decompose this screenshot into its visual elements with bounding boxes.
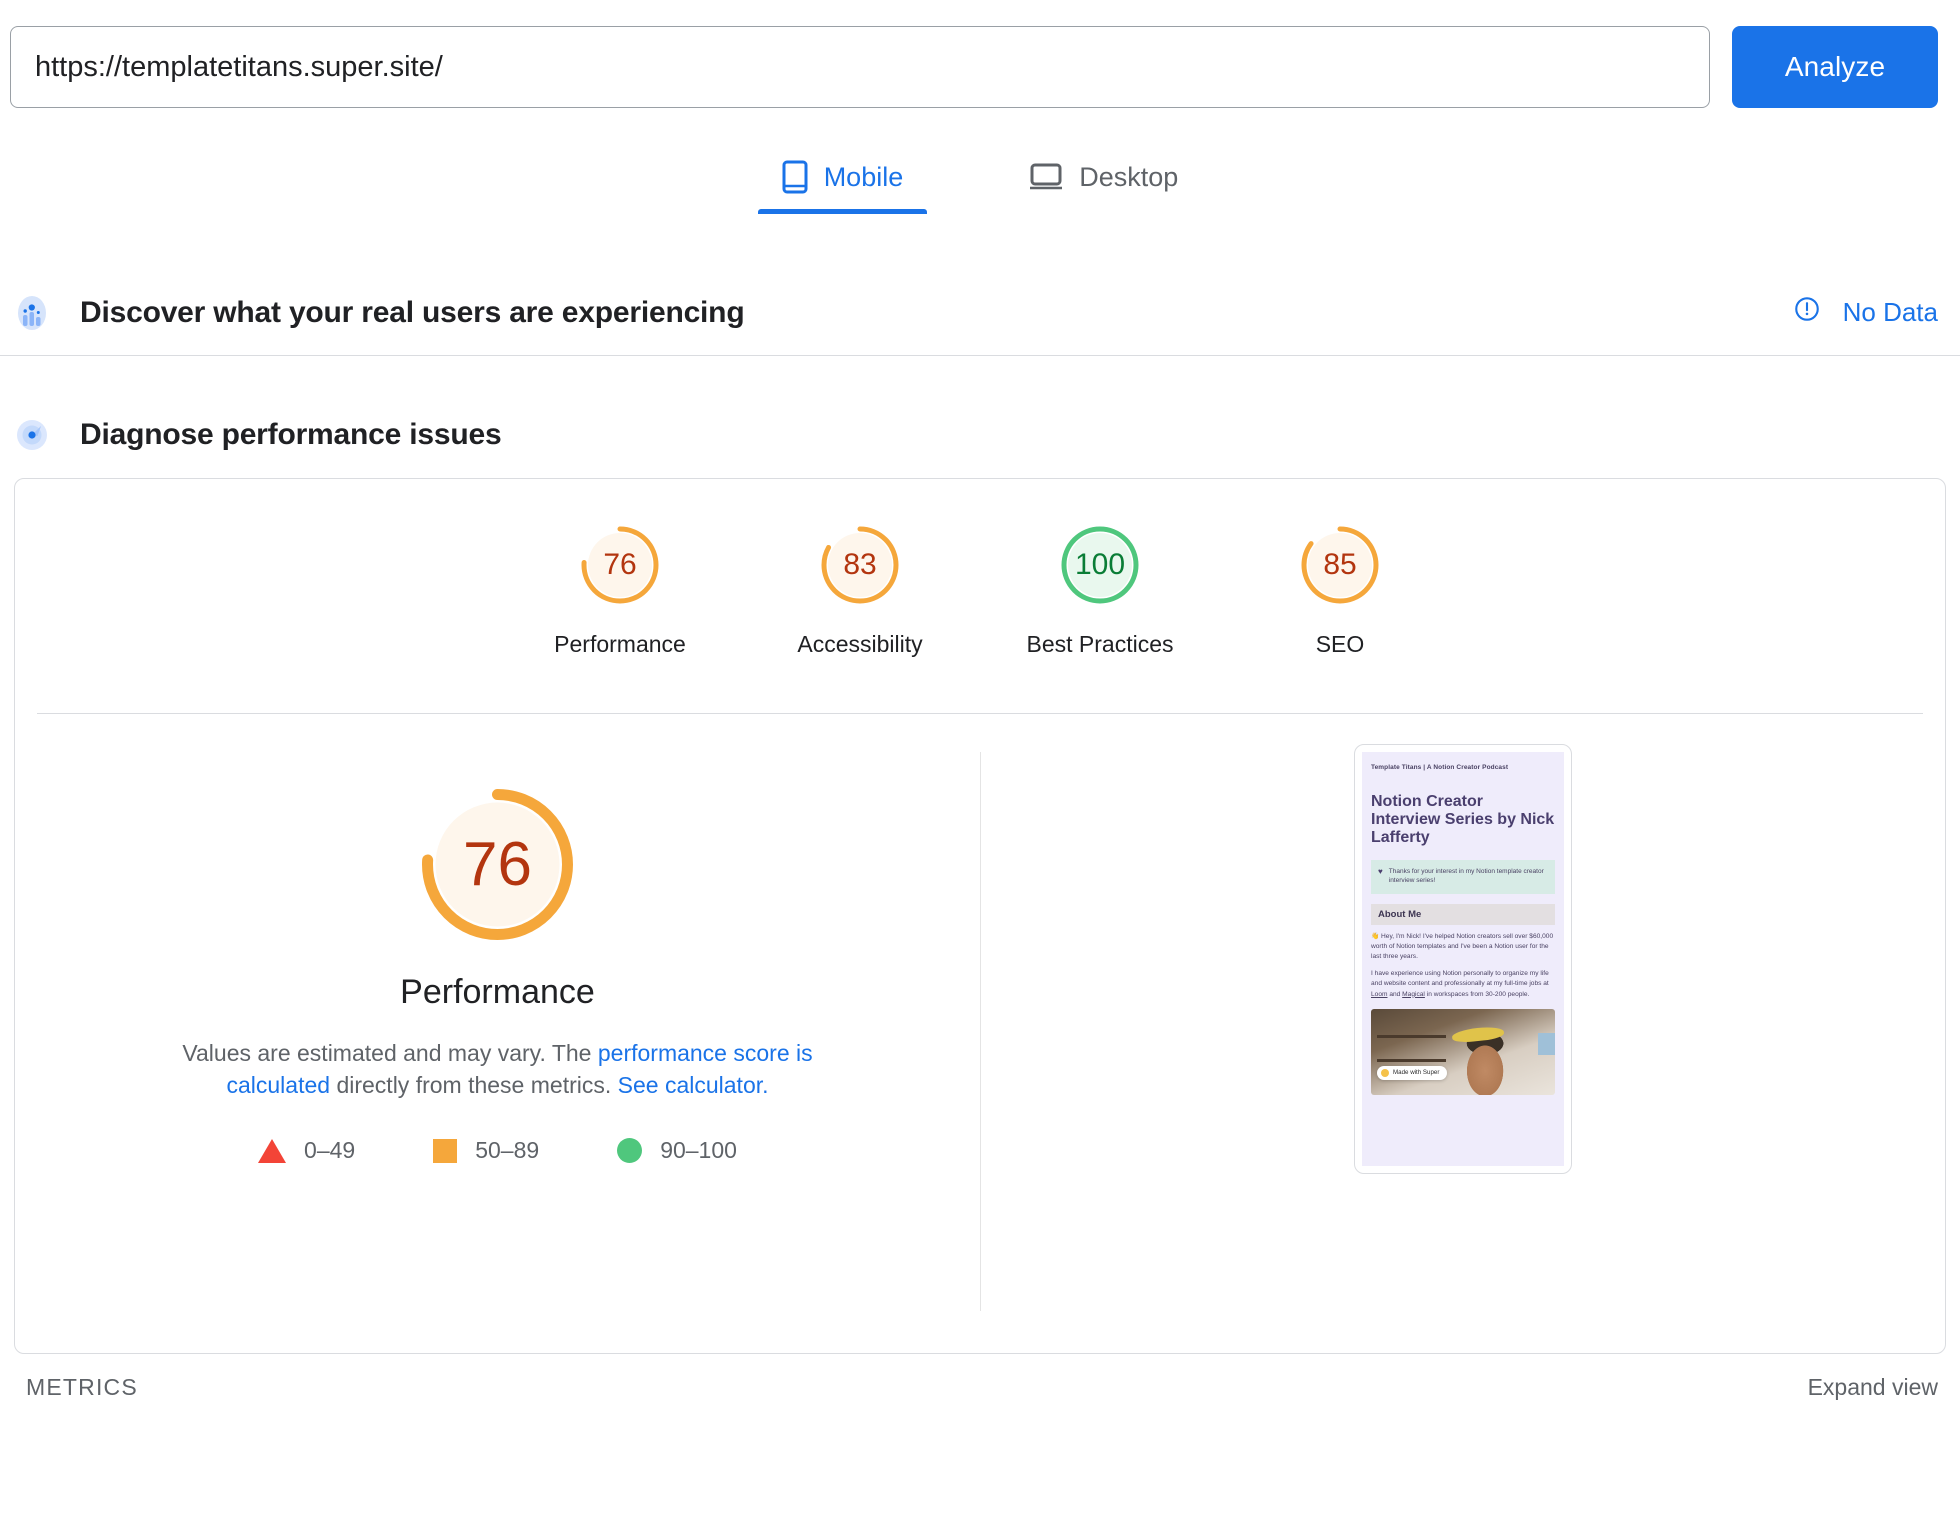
legend-item-average: 50–89 (433, 1137, 539, 1164)
metrics-label: METRICS (26, 1373, 138, 1400)
thumbnail-photo: Made with Super (1371, 1008, 1555, 1095)
heart-icon: ♥ (1378, 866, 1383, 876)
category-scores: 76 Performance 83 Accessibility 100 Best… (15, 479, 1945, 658)
gauge-ring: 100 (1056, 521, 1144, 609)
tab-desktop-label: Desktop (1079, 161, 1179, 192)
tab-desktop[interactable]: Desktop (1005, 150, 1202, 214)
see-calculator-link[interactable]: See calculator. (618, 1072, 769, 1098)
score-gauge-seo[interactable]: 85 SEO (1220, 521, 1460, 658)
url-input[interactable] (10, 26, 1710, 108)
hero-score-value: 76 (463, 830, 532, 899)
made-with-super-label: Made with Super (1393, 1069, 1440, 1077)
page-screenshot-thumbnail[interactable]: Template Titans | A Notion Creator Podca… (1354, 744, 1572, 1174)
score-value: 83 (843, 548, 877, 581)
real-users-icon (10, 291, 54, 335)
hero-gauge: 76 (415, 782, 580, 947)
score-gauge-performance[interactable]: 76 Performance (500, 521, 740, 658)
gauge-ring: 85 (1296, 521, 1384, 609)
thumbnail-content: Template Titans | A Notion Creator Podca… (1362, 752, 1564, 1166)
thumbnail-link-loom: Loom (1371, 990, 1388, 998)
expand-view-button[interactable]: Expand view (1808, 1374, 1938, 1401)
thumbnail-para2-b: and (1387, 990, 1403, 998)
score-value: 76 (603, 548, 637, 581)
analyze-button[interactable]: Analyze (1732, 26, 1938, 108)
thumbnail-callout: ♥ Thanks for your interest in my Notion … (1371, 859, 1555, 894)
gauge-ring: 76 (576, 521, 664, 609)
score-label: Best Practices (1026, 631, 1174, 657)
hero-right: Template Titans | A Notion Creator Podca… (981, 714, 1945, 1353)
thumbnail-link-magical: Magical (1402, 990, 1425, 998)
score-legend: 0–49 50–89 90–100 (258, 1137, 737, 1164)
tab-mobile-label: Mobile (823, 161, 904, 192)
hero-description: Values are estimated and may vary. The p… (168, 1038, 828, 1101)
legend-item-poor: 0–49 (258, 1137, 355, 1164)
no-data-status[interactable]: No Data (1793, 295, 1938, 330)
score-label: Accessibility (797, 631, 923, 657)
score-value: 100 (1074, 548, 1126, 581)
thumbnail-para2-c: in workspaces from 30-200 people. (1424, 990, 1530, 998)
thumbnail-about-heading: About Me (1371, 903, 1555, 925)
mobile-icon (782, 160, 808, 194)
url-bar-row: Analyze (0, 0, 1960, 108)
tab-mobile[interactable]: Mobile (757, 150, 928, 214)
triangle-icon (258, 1138, 287, 1163)
thumbnail-heading: Notion Creator Interview Series by Nick … (1371, 793, 1555, 846)
desktop-icon (1029, 162, 1063, 192)
field-data-title: Discover what your real users are experi… (80, 295, 745, 329)
field-data-section-header: Discover what your real users are experi… (0, 270, 1960, 356)
thumbnail-callout-text: Thanks for your interest in my Notion te… (1388, 867, 1544, 885)
thumbnail-paragraph-2: I have experience using Notion personall… (1371, 969, 1555, 1000)
diagnose-icon (10, 413, 54, 457)
thumbnail-paragraph-1: 👋 Hey, I'm Nick! I've helped Notion crea… (1371, 932, 1554, 960)
card-footer: METRICS Expand view (0, 1358, 1960, 1416)
score-gauge-best-practices[interactable]: 100 Best Practices (980, 521, 1220, 658)
hero-desc-part1: Values are estimated and may vary. The (182, 1040, 598, 1066)
legend-label: 90–100 (660, 1137, 737, 1164)
made-with-super-badge: Made with Super (1377, 1065, 1448, 1080)
legend-label: 0–49 (304, 1137, 356, 1164)
lab-data-title: Diagnose performance issues (80, 418, 502, 451)
score-label: Performance (554, 631, 686, 657)
score-gauge-accessibility[interactable]: 83 Accessibility (740, 521, 980, 658)
square-icon (433, 1138, 458, 1163)
lab-data-section-header: Diagnose performance issues (0, 392, 1960, 478)
info-icon (1793, 295, 1821, 330)
circle-icon (617, 1138, 643, 1164)
score-label: SEO (1315, 631, 1365, 657)
gauge-ring: 83 (816, 521, 904, 609)
legend-item-good: 90–100 (617, 1137, 737, 1164)
hero-area: 76 Performance Values are estimated and … (15, 714, 1945, 1353)
device-tabs: Mobile Desktop (0, 150, 1960, 214)
thumbnail-brand: Template Titans | A Notion Creator Podca… (1371, 764, 1509, 771)
super-logo-icon (1381, 1068, 1389, 1077)
thumbnail-para2-a: I have experience using Notion personall… (1371, 970, 1549, 988)
legend-label: 50–89 (475, 1137, 540, 1164)
lighthouse-card: 76 Performance 83 Accessibility 100 Best… (14, 478, 1946, 1354)
hero-title: Performance (400, 973, 595, 1011)
score-value: 85 (1323, 548, 1357, 581)
hero-desc-part2: directly from these metrics. (330, 1071, 618, 1098)
no-data-label: No Data (1842, 297, 1938, 327)
hero-left: 76 Performance Values are estimated and … (15, 714, 980, 1353)
